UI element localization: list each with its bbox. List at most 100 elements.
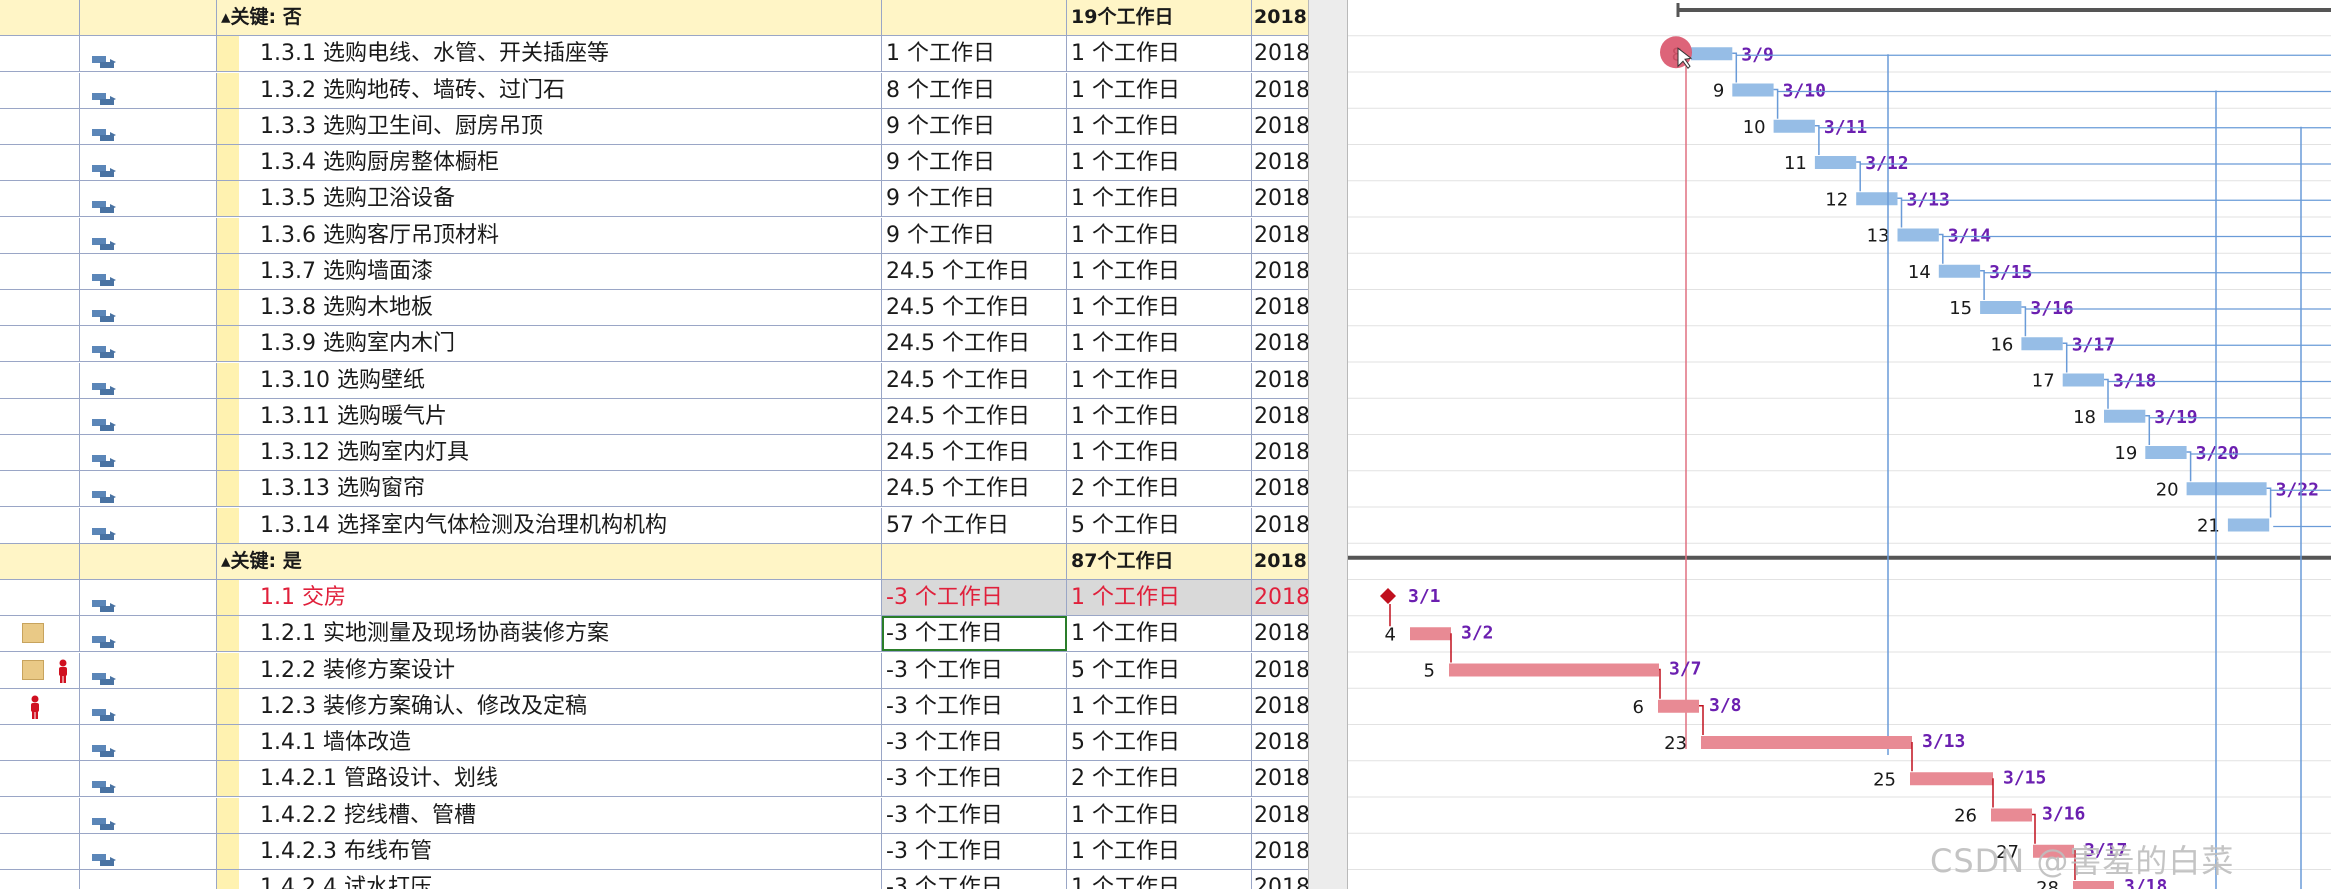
task-row[interactable]: 1.3.9 选购室内木门 24.5 个工作日 1 个工作日 2018 — [0, 326, 1308, 363]
duration-cell[interactable]: 1 个工作日 — [1067, 797, 1252, 833]
work-cell[interactable]: 24.5 个工作日 — [882, 253, 1067, 289]
task-row[interactable]: 1.4.2.3 布线布管 -3 个工作日 1 个工作日 2018 — [0, 833, 1308, 870]
task-name-cell[interactable]: ▴关键: 否 — [217, 0, 882, 35]
task-name-cell[interactable]: 1.2.3 装修方案确认、修改及定稿 — [217, 688, 882, 724]
duration-cell[interactable]: 1 个工作日 — [1067, 290, 1252, 325]
start-cell[interactable]: 2018 — [1252, 218, 1308, 253]
work-cell[interactable]: -3 个工作日 — [882, 725, 1067, 760]
task-row[interactable]: 1.3.3 选购卫生间、厨房吊顶 9 个工作日 1 个工作日 2018 — [0, 108, 1308, 145]
task-name-cell[interactable]: 1.3.14 选择室内气体检测及治理机构机构 — [217, 507, 882, 543]
start-cell[interactable]: 2018 — [1252, 508, 1308, 543]
duration-cell[interactable]: 5 个工作日 — [1067, 725, 1252, 760]
task-mode-cell[interactable] — [80, 471, 217, 507]
work-cell[interactable]: 24.5 个工作日 — [882, 471, 1067, 507]
task-name-cell[interactable]: 1.3.1 选购电线、水管、开关插座等 — [217, 36, 882, 72]
task-row[interactable]: 1.3.7 选购墙面漆 24.5 个工作日 1 个工作日 2018 — [0, 253, 1308, 290]
task-mode-cell[interactable] — [80, 870, 217, 889]
work-cell[interactable]: 1 个工作日 — [882, 36, 1067, 72]
group-row[interactable]: ▴关键: 否 19个工作日 2018 — [0, 0, 1308, 36]
start-cell[interactable]: 2018 — [1252, 73, 1308, 108]
task-name-cell[interactable]: 1.2.1 实地测量及现场协商装修方案 — [217, 616, 882, 652]
task-mode-cell[interactable] — [80, 580, 217, 615]
work-cell[interactable]: 9 个工作日 — [882, 108, 1067, 144]
work-cell[interactable]: 57 个工作日 — [882, 507, 1067, 543]
task-name-cell[interactable]: 1.4.1 墙体改造 — [217, 725, 882, 760]
task-name-cell[interactable]: 1.3.10 选购壁纸 — [217, 362, 882, 398]
task-mode-cell[interactable] — [80, 398, 217, 434]
duration-cell[interactable]: 1 个工作日 — [1067, 580, 1252, 615]
start-cell[interactable]: 2018 — [1252, 689, 1308, 724]
duration-cell[interactable]: 1 个工作日 — [1067, 833, 1252, 869]
start-cell[interactable]: 2018 — [1252, 254, 1308, 289]
start-cell[interactable]: 2018 — [1252, 290, 1308, 325]
task-row[interactable]: 1.3.13 选购窗帘 24.5 个工作日 2 个工作日 2018 — [0, 471, 1308, 508]
work-cell[interactable]: 24.5 个工作日 — [882, 326, 1067, 362]
task-name-cell[interactable]: 1.3.9 选购室内木门 — [217, 326, 882, 362]
work-cell[interactable]: 9 个工作日 — [882, 145, 1067, 180]
task-mode-cell[interactable] — [80, 616, 217, 652]
task-row[interactable]: 1.3.6 选购客厅吊顶材料 9 个工作日 1 个工作日 2018 — [0, 217, 1308, 254]
task-row[interactable]: 1.3.8 选购木地板 24.5 个工作日 1 个工作日 2018 — [0, 290, 1308, 326]
task-row[interactable]: 1.2.3 装修方案确认、修改及定稿 -3 个工作日 1 个工作日 2018 — [0, 688, 1308, 725]
task-name-cell[interactable]: 1.2.2 装修方案设计 — [217, 652, 882, 688]
view-splitter[interactable] — [1308, 0, 1348, 889]
task-name-cell[interactable]: 1.3.11 选购暖气片 — [217, 398, 882, 434]
start-cell[interactable]: 2018 — [1252, 399, 1308, 434]
task-name-cell[interactable]: 1.3.2 选购地砖、墙砖、过门石 — [217, 72, 882, 108]
work-cell[interactable]: 8 个工作日 — [882, 72, 1067, 108]
duration-cell[interactable]: 1 个工作日 — [1067, 435, 1252, 470]
start-cell[interactable]: 2018 — [1252, 145, 1308, 180]
task-mode-cell[interactable] — [80, 145, 217, 180]
task-mode-cell[interactable] — [80, 688, 217, 724]
task-mode-cell[interactable] — [80, 833, 217, 869]
task-name-cell[interactable]: 1.3.3 选购卫生间、厨房吊顶 — [217, 108, 882, 144]
duration-cell[interactable]: 1 个工作日 — [1067, 688, 1252, 724]
work-cell[interactable]: 24.5 个工作日 — [882, 290, 1067, 325]
start-cell[interactable]: 2018 — [1252, 761, 1308, 796]
start-cell[interactable]: 2018 — [1252, 653, 1308, 688]
task-name-cell[interactable]: 1.3.4 选购厨房整体橱柜 — [217, 145, 882, 180]
task-name-cell[interactable]: 1.4.2.4 试水打压 — [217, 870, 882, 889]
duration-cell[interactable]: 5 个工作日 — [1067, 652, 1252, 688]
duration-cell[interactable]: 1 个工作日 — [1067, 36, 1252, 72]
task-row[interactable]: 1.2.1 实地测量及现场协商装修方案 -3 个工作日 1 个工作日 2018 — [0, 616, 1308, 653]
task-mode-cell[interactable] — [80, 725, 217, 760]
start-cell[interactable]: 2018 — [1252, 870, 1308, 889]
work-cell[interactable]: -3 个工作日 — [882, 833, 1067, 869]
task-mode-cell[interactable] — [80, 181, 217, 217]
duration-cell[interactable]: 1 个工作日 — [1067, 326, 1252, 362]
task-row[interactable]: 1.3.10 选购壁纸 24.5 个工作日 1 个工作日 2018 — [0, 362, 1308, 399]
task-mode-cell[interactable] — [80, 36, 217, 72]
task-row[interactable]: 1.3.14 选择室内气体检测及治理机构机构 57 个工作日 5 个工作日 2018 — [0, 507, 1308, 544]
task-mode-cell[interactable] — [80, 761, 217, 797]
task-row[interactable]: 1.3.4 选购厨房整体橱柜 9 个工作日 1 个工作日 2018 — [0, 145, 1308, 181]
task-name-cell[interactable]: 1.3.6 选购客厅吊顶材料 — [217, 217, 882, 253]
task-mode-cell[interactable] — [80, 253, 217, 289]
task-mode-cell[interactable] — [80, 543, 217, 579]
duration-cell[interactable]: 1 个工作日 — [1067, 72, 1252, 108]
task-mode-cell[interactable] — [80, 108, 217, 144]
start-cell[interactable]: 2018 — [1252, 471, 1308, 506]
start-cell[interactable]: 2018 — [1252, 616, 1308, 651]
task-mode-cell[interactable] — [80, 652, 217, 688]
task-row[interactable]: 1.3.1 选购电线、水管、开关插座等 1 个工作日 1 个工作日 2018 — [0, 36, 1308, 73]
task-row[interactable]: 1.3.12 选购室内灯具 24.5 个工作日 1 个工作日 2018 — [0, 435, 1308, 471]
task-row[interactable]: 1.4.1 墙体改造 -3 个工作日 5 个工作日 2018 — [0, 725, 1308, 761]
task-row[interactable]: 1.4.2.2 挖线槽、管槽 -3 个工作日 1 个工作日 2018 — [0, 797, 1308, 834]
task-name-cell[interactable]: 1.4.2.2 挖线槽、管槽 — [217, 797, 882, 833]
work-cell[interactable]: -3 个工作日 — [882, 652, 1067, 688]
work-cell[interactable]: 24.5 个工作日 — [882, 362, 1067, 398]
work-cell[interactable] — [882, 543, 1067, 579]
work-cell[interactable]: -3 个工作日 — [882, 616, 1067, 652]
task-mode-cell[interactable] — [80, 507, 217, 543]
work-cell[interactable]: 9 个工作日 — [882, 217, 1067, 253]
work-cell[interactable]: -3 个工作日 — [882, 761, 1067, 797]
task-name-cell[interactable]: 1.3.5 选购卫浴设备 — [217, 181, 882, 217]
duration-cell[interactable]: 87个工作日 — [1067, 543, 1252, 579]
work-cell[interactable]: 24.5 个工作日 — [882, 398, 1067, 434]
task-mode-cell[interactable] — [80, 435, 217, 470]
duration-cell[interactable]: 1 个工作日 — [1067, 616, 1252, 652]
task-mode-cell[interactable] — [80, 217, 217, 253]
start-cell[interactable]: 2018 — [1252, 725, 1308, 760]
task-name-cell[interactable]: 1.3.13 选购窗帘 — [217, 471, 882, 507]
